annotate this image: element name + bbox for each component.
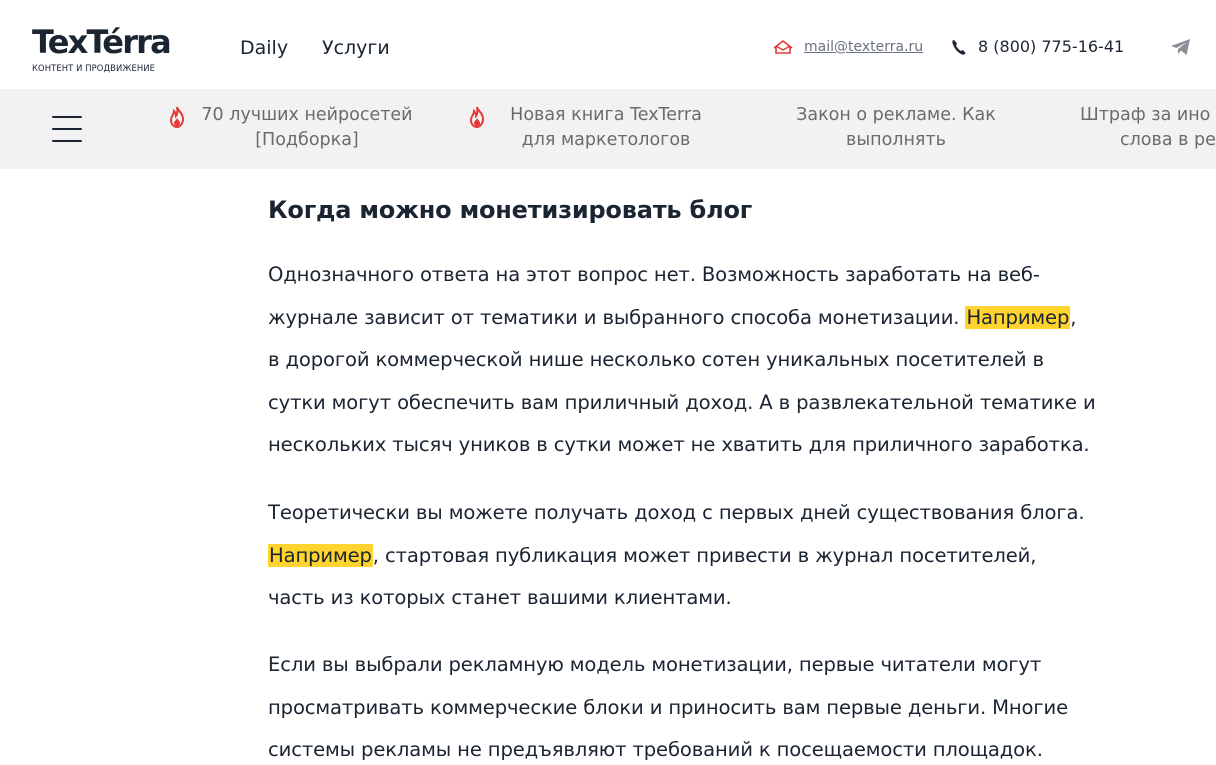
hot-topics-bar: 70 лучших нейросетей [Подборка] Новая кн… [0,89,1216,169]
section-heading: Когда можно монетизировать блог [268,196,753,224]
site-header: TexTérra КОНТЕНТ И ПРОДВИЖЕНИЕ Daily Усл… [0,0,1216,89]
topic-title: 70 лучших нейросетей [Подборка] [201,105,413,150]
logo-subtitle: КОНТЕНТ И ПРОДВИЖЕНИЕ [32,63,156,73]
topic-title: Штраф за ино слова в ре [1080,105,1216,150]
email-link[interactable]: mail@texterra.ru [804,38,923,56]
fire-icon [169,106,185,128]
paragraph: Если вы выбрали рекламную модель монетиз… [268,653,1068,761]
highlighted-term: Например [268,543,373,567]
logo[interactable]: TexTérra КОНТЕНТ И ПРОДВИЖЕНИЕ [32,24,182,76]
nav-services-link[interactable]: Услуги [322,36,390,60]
nav-daily-link[interactable]: Daily [240,36,288,60]
highlighted-term: Например [965,305,1071,329]
topic-title: Новая книга TexTerra для маркетологов [510,105,702,150]
telegram-icon[interactable] [1170,37,1192,57]
topic-link[interactable]: Штраф за ино слова в ре [1080,103,1216,155]
fire-icon [469,106,485,128]
topic-link[interactable]: 70 лучших нейросетей [Подборка] [168,103,428,155]
article-body: Когда можно монетизировать блог Однознач… [267,170,1187,765]
topic-link[interactable]: Новая книга TexTerra для маркетологов [468,103,728,155]
logo-text: TexTérra [32,23,172,61]
paragraph: Однозначного ответа на этот вопрос нет. … [268,263,1096,456]
paragraph: Теоретически вы можете получать доход с … [268,501,1085,609]
topic-link[interactable]: Закон о рекламе. Как выполнять [790,103,1020,155]
mail-icon [773,39,793,54]
topic-title: Закон о рекламе. Как выполнять [796,105,996,150]
phone-link[interactable]: 8 (800) 775-16-41 [978,37,1124,57]
phone-icon [952,40,966,55]
hamburger-menu-icon[interactable] [52,114,84,144]
